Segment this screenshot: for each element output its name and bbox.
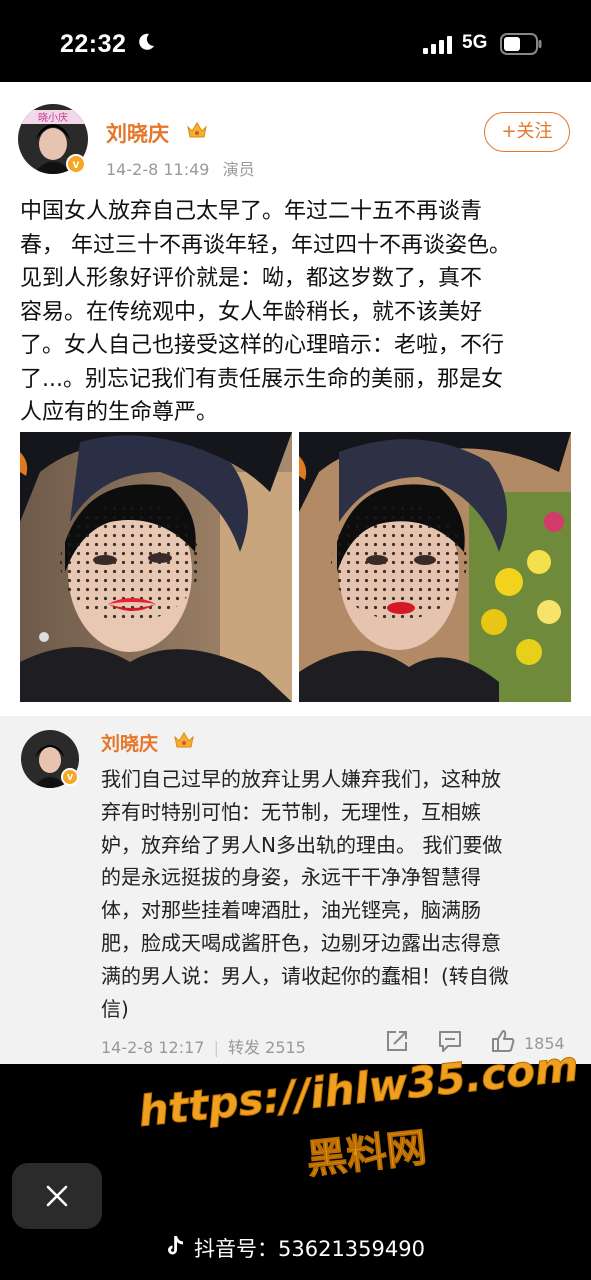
status-bar: 22:32 5G [0,0,591,82]
author-name[interactable]: 刘晓庆 [106,118,169,148]
signal-icon [423,36,452,54]
crown-icon [187,122,207,138]
weibo-post-card: 晓小庆 v 刘晓庆 14-2-8 11:49 演员 +关注 中国女人放弃自己太早… [0,82,591,1064]
watermark-site-name: 黑料网 [305,1125,429,1183]
crown-icon [174,732,194,748]
post-date: 14-2-8 11:49 [106,160,210,179]
repost-author-name[interactable]: 刘晓庆 [101,729,158,756]
post-photo-2[interactable] [299,432,571,702]
watermark-url: https://ihlw35.com [136,1055,578,1136]
status-time: 22:32 [60,30,127,58]
network-type: 5G [462,32,488,53]
avatar-text: 晓小庆 [38,111,68,124]
verified-icon: v [66,154,86,174]
follow-button[interactable]: +关注 [484,112,570,152]
douyin-id-label: 抖音号：53621359490 [194,1237,425,1261]
post-meta: 14-2-8 11:49 演员 [106,156,255,180]
post-photo-1[interactable] [20,432,292,702]
reposted-weibo[interactable]: v 刘晓庆 我们自己过早的放弃让男人嫌弃我们，这种放 弃有时特别可怕：无节制，无… [0,716,591,1064]
repost-text: 我们自己过早的放弃让男人嫌弃我们，这种放 弃有时特别可怕：无节制，无理性，互相嫉… [101,767,509,1021]
share-icon[interactable] [384,1028,410,1054]
author-title: 演员 [222,160,255,179]
moon-icon [139,33,154,50]
like-count: 1854 [524,1034,565,1053]
watermark: https://ihlw35.com 黑料网 [136,1055,578,1184]
close-icon [46,1185,68,1207]
like-icon[interactable] [490,1028,516,1054]
comment-icon[interactable] [437,1028,463,1054]
verified-icon: v [61,768,79,786]
post-text: 中国女人放弃自己太早了。年过二十五不再谈青 春， 年过三十不再谈年轻，年过四十不… [20,199,511,425]
close-button[interactable] [12,1163,102,1229]
battery-icon [500,33,542,55]
tiktok-icon [168,1236,183,1255]
